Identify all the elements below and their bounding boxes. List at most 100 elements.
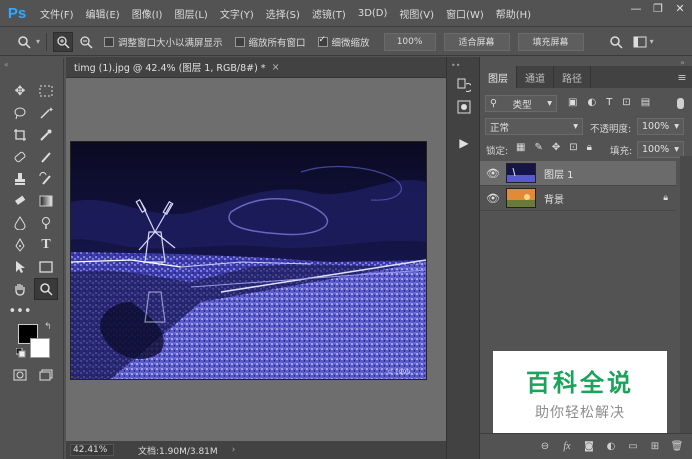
preset-dropdown-arrow-icon[interactable]: ▾ (36, 37, 40, 46)
tab-paths[interactable]: 路径 (554, 66, 591, 88)
type-tool-icon[interactable]: T (34, 234, 58, 256)
history-brush-tool-icon[interactable] (34, 168, 58, 190)
restore-button[interactable]: ❐ (650, 2, 666, 16)
checkbox-box[interactable] (104, 36, 115, 47)
actions-play-icon[interactable]: ▶ (452, 133, 476, 153)
close-document-icon[interactable]: × (272, 62, 280, 73)
zoom-tool-icon[interactable] (34, 278, 58, 300)
layers-scrollbar[interactable] (680, 156, 692, 436)
path-selection-tool-icon[interactable] (8, 256, 32, 278)
menu-help[interactable]: 帮助(H) (490, 6, 537, 21)
layer-name[interactable]: 图层 1 (544, 166, 574, 181)
zoom-out-icon[interactable] (76, 32, 96, 52)
menu-type[interactable]: 文字(Y) (214, 6, 260, 21)
default-colors-icon[interactable] (15, 347, 26, 361)
swap-colors-icon[interactable]: ↰ (44, 322, 52, 332)
clone-stamp-tool-icon[interactable] (8, 168, 32, 190)
delete-layer-icon[interactable]: 🗑︎ (668, 438, 686, 456)
layer-row[interactable]: 👁︎ 图层 1 (480, 161, 676, 186)
layer-filter-select[interactable]: ⚲ 类型 ▾ (485, 95, 557, 112)
background-color-swatch[interactable] (30, 338, 50, 358)
filter-type-icon[interactable]: T (606, 97, 612, 108)
layer-row[interactable]: 👁︎ 背景 🔒︎ (480, 186, 676, 211)
edit-toolbar-icon[interactable]: ••• (8, 300, 32, 322)
minimize-button[interactable]: — (628, 2, 644, 16)
healing-brush-tool-icon[interactable] (8, 146, 32, 168)
checkbox-box[interactable] (234, 36, 245, 47)
blend-mode-select[interactable]: 正常 ▾ (485, 118, 583, 135)
hand-tool-icon[interactable] (8, 278, 32, 300)
zoom-readout[interactable]: 42.41% (70, 444, 114, 456)
layer-style-icon[interactable]: fx (558, 438, 576, 456)
eye-icon[interactable]: 👁︎ (480, 167, 506, 180)
menu-window[interactable]: 窗口(W) (440, 6, 490, 21)
marquee-tool-icon[interactable] (34, 80, 58, 102)
panel-menu-icon[interactable]: ≡ (672, 66, 692, 88)
magic-wand-tool-icon[interactable]: ✦ (34, 102, 58, 124)
zoom-all-windows-checkbox[interactable]: 缩放所有窗口 (234, 35, 306, 49)
menu-edit[interactable]: 编辑(E) (80, 6, 126, 21)
tab-channels[interactable]: 通道 (517, 66, 554, 88)
fit-screen-button[interactable]: 适合屏幕 (443, 32, 510, 51)
screen-mode-icon[interactable] (34, 364, 58, 386)
zoom-100-button[interactable]: 100% (383, 32, 436, 51)
document-image[interactable]: © 1999 (71, 142, 426, 379)
new-layer-icon[interactable]: ⊞ (646, 438, 664, 456)
filter-adjustment-icon[interactable]: ◐ (587, 97, 596, 108)
menu-select[interactable]: 选择(S) (260, 6, 306, 21)
filter-pixel-icon[interactable]: ▣ (568, 97, 577, 108)
lock-artboard-icon[interactable]: ⊡ (569, 142, 577, 153)
lock-image-icon[interactable]: ✎ (534, 142, 542, 153)
link-layers-icon[interactable]: ⊖ (536, 438, 554, 456)
filter-toggle[interactable] (677, 98, 684, 109)
crop-tool-icon[interactable] (8, 124, 32, 146)
menu-3d[interactable]: 3D(D) (352, 8, 394, 19)
rectangle-tool-icon[interactable] (34, 256, 58, 278)
menu-image[interactable]: 图像(I) (126, 6, 169, 21)
eraser-tool-icon[interactable] (8, 190, 32, 212)
fill-field[interactable]: 100% ▾ (637, 141, 684, 158)
filter-smart-object-icon[interactable]: ▤ (641, 97, 650, 108)
filter-shape-icon[interactable]: ⊡ (622, 97, 630, 108)
lock-transparent-icon[interactable]: ▦ (516, 142, 525, 153)
lock-position-icon[interactable]: ✥ (552, 142, 560, 153)
tab-layers[interactable]: 图层 (480, 66, 517, 88)
menu-layer[interactable]: 图层(L) (168, 6, 213, 21)
properties-panel-icon[interactable] (452, 97, 476, 117)
zoom-tool-preset-icon[interactable] (14, 32, 34, 52)
toolbox-collapse-icon[interactable]: « (4, 60, 9, 69)
opacity-field[interactable]: 100% ▾ (637, 118, 684, 135)
eye-icon[interactable]: 👁︎ (480, 192, 506, 205)
menu-file[interactable]: 文件(F) (34, 6, 80, 21)
search-icon[interactable] (606, 32, 626, 52)
history-panel-icon[interactable] (452, 75, 476, 95)
resize-windows-checkbox[interactable]: 调整窗口大小以满屏显示 (104, 35, 223, 49)
zoom-in-icon[interactable] (53, 31, 74, 52)
strip-collapse-icon[interactable]: •• (451, 61, 460, 70)
checkbox-box[interactable] (317, 35, 328, 47)
close-window-button[interactable]: ✕ (672, 2, 688, 16)
move-tool-icon[interactable]: ✥ (8, 80, 32, 102)
pen-tool-icon[interactable] (8, 234, 32, 256)
blur-tool-icon[interactable] (8, 212, 32, 234)
workspace-dropdown-arrow-icon[interactable]: ▾ (650, 37, 654, 46)
scrubby-zoom-checkbox[interactable]: 细微缩放 (317, 35, 370, 49)
dodge-tool-icon[interactable] (34, 212, 58, 234)
document-tab[interactable]: timg (1).jpg @ 42.4% (图层 1, RGB/8#) * × (66, 57, 446, 78)
scrubby-zoom-label: 细微缩放 (331, 37, 370, 49)
add-mask-icon[interactable]: ◙ (580, 438, 598, 456)
quick-mask-icon[interactable] (8, 364, 32, 386)
lasso-tool-icon[interactable] (8, 102, 32, 124)
status-menu-arrow-icon[interactable]: › (232, 445, 236, 455)
layer-name[interactable]: 背景 (544, 191, 564, 206)
new-group-icon[interactable]: ▭ (624, 438, 642, 456)
lock-all-icon[interactable]: 🔒︎ (587, 142, 592, 153)
menu-filter[interactable]: 滤镜(T) (306, 6, 352, 21)
brush-tool-icon[interactable] (34, 146, 58, 168)
adjustment-layer-icon[interactable]: ◐ (602, 438, 620, 456)
fill-screen-button[interactable]: 填充屏幕 (517, 32, 584, 51)
menu-view[interactable]: 视图(V) (393, 6, 440, 21)
workspace-icon[interactable] (630, 32, 650, 52)
gradient-tool-icon[interactable] (34, 190, 58, 212)
eyedropper-tool-icon[interactable] (34, 124, 58, 146)
